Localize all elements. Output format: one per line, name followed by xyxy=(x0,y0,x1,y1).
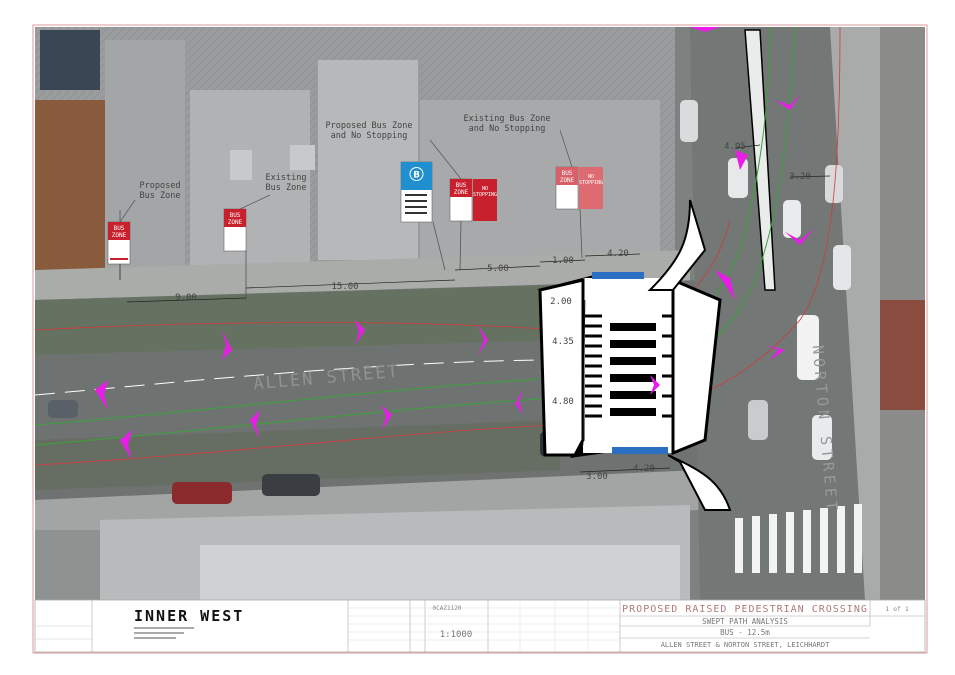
sheet-number: 1 of 1 xyxy=(885,605,909,613)
label-existing-bus-zone-no-stopping: Existing Bus Zone and No Stopping xyxy=(464,114,551,134)
bus-zone-sign-text: BUS ZONE xyxy=(112,225,127,239)
dim-4-35: 4.35 xyxy=(552,337,574,347)
building-block-north xyxy=(35,27,675,282)
drawing-vehicle: BUS - 12.5m xyxy=(720,628,770,637)
dim-3-20: 3.20 xyxy=(789,172,811,182)
dim-4-20-north: 4.20 xyxy=(607,249,629,259)
label-proposed-bus-zone-no-stopping: Proposed Bus Zone and No Stopping xyxy=(326,121,413,141)
dim-2-00: 2.00 xyxy=(550,297,572,307)
dim-15-00: 15.00 xyxy=(331,282,358,292)
label-existing-bus-zone: Existing Bus Zone xyxy=(266,173,307,193)
dim-5-00: 5.00 xyxy=(487,264,509,274)
aerial-map xyxy=(35,27,925,600)
dim-4-20-south: 4.20 xyxy=(633,464,655,474)
drawing-location: ALLEN STREET & NORTON STREET, LEICHHARDT xyxy=(661,641,830,649)
bus-zone-sign-text: BUS ZONE xyxy=(228,212,243,226)
label-proposed-bus-zone: Proposed Bus Zone xyxy=(140,181,181,201)
drawing-scale: 1:1000 xyxy=(440,630,473,640)
drawing-subtitle: SWEPT PATH ANALYSIS xyxy=(702,617,788,626)
title-block: INNER WEST 0CAZ1120 1:1000 PROPOSED RAIS… xyxy=(34,599,926,653)
plan-sheet: BUS ZONE BUS ZONE B BUS ZONE NO STOPPING BUS… xyxy=(32,24,928,654)
bus-zone-sign-text: BUS ZONE xyxy=(560,170,575,184)
dim-4-80: 4.80 xyxy=(552,397,574,407)
drawing-title: PROPOSED RAISED PEDESTRIAN CROSSING xyxy=(622,604,868,615)
dim-3-00: 3.00 xyxy=(586,472,608,482)
dim-9-00: 9.00 xyxy=(175,293,197,303)
bus-zone-sign-text: BUS ZONE xyxy=(454,182,469,196)
drawing-number: 0CAZ1120 xyxy=(433,605,462,612)
dim-4-95: 4.95 xyxy=(724,142,746,152)
inner-west-logo: INNER WEST xyxy=(134,607,244,625)
building-block-south xyxy=(35,505,690,600)
dim-1-00: 1.00 xyxy=(552,256,574,266)
bus-stop-b-letter: B xyxy=(413,171,420,181)
